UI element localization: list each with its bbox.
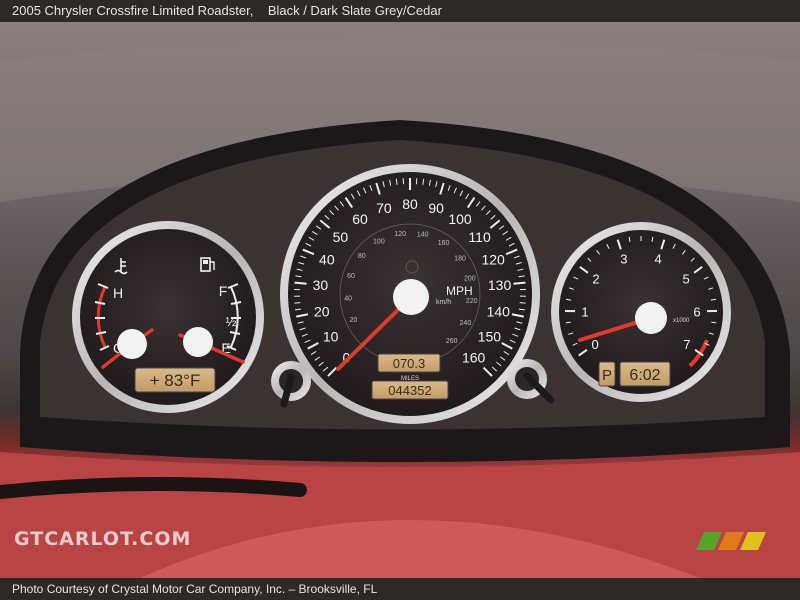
tach-tick-label: 6: [693, 304, 700, 319]
caption-bar: 2005 Chrysler Crossfire Limited Roadster…: [0, 0, 800, 22]
kmh-tick-label: 260: [446, 338, 458, 345]
kmh-tick-label: 80: [358, 253, 366, 260]
mph-tick-label: 140: [487, 304, 511, 320]
tach-tick-label: 2: [592, 272, 599, 287]
mph-tick-label: 40: [319, 252, 335, 268]
caption-title: 2005 Chrysler Crossfire Limited Roadster…: [12, 3, 254, 18]
mph-tick-label: 90: [428, 200, 444, 216]
kmh-tick-label: 200: [464, 276, 476, 283]
kmh-tick-label: 40: [344, 295, 352, 302]
odometer-readout: 044352: [388, 383, 431, 398]
gear-readout: P: [602, 367, 612, 384]
mph-tick-label: 20: [314, 304, 330, 320]
watermark-logo: GTCARLOT.COM: [14, 528, 192, 550]
mph-tick-label: 60: [352, 211, 368, 227]
kmh-tick-label: 20: [349, 317, 357, 324]
kmh-tick-label: 140: [417, 231, 429, 238]
speedometer-hub: [393, 279, 429, 315]
tachometer: 0 1 2 3 4 5 6 7 x1000 P 6:02: [551, 222, 731, 402]
kmh-unit-label: km/h: [436, 299, 451, 306]
kmh-tick-label: 100: [373, 238, 385, 245]
temp-needle-hub: [117, 329, 147, 359]
temp-hot-label: H: [113, 285, 123, 301]
clock-readout: 6:02: [629, 367, 660, 384]
speed-tick: [395, 178, 398, 185]
kmh-tick-label: 240: [460, 320, 472, 327]
temperature-readout: + 83°F: [150, 371, 201, 390]
tach-tick-label: 0: [592, 337, 599, 352]
mph-tick-label: 100: [448, 211, 472, 227]
mph-tick-label: 30: [313, 277, 329, 293]
brand-stripes-logo: [696, 532, 766, 550]
fuel-temp-gauge: H C F ½ E: [72, 221, 264, 413]
kmh-tick-label: 160: [438, 240, 450, 247]
tachometer-hub: [635, 302, 667, 334]
mph-tick-label: 10: [323, 328, 339, 344]
photo-credit-bar: Photo Courtesy of Crystal Motor Car Comp…: [0, 578, 800, 600]
mph-tick-label: 160: [462, 350, 486, 366]
tach-tick-label: 7: [683, 337, 690, 352]
fuel-half-label: ½: [226, 314, 237, 329]
dashboard-photo: H C F ½ E: [0, 22, 800, 578]
kmh-tick-label: 120: [394, 231, 406, 238]
caption-subtitle: Black / Dark Slate Grey/Cedar: [267, 3, 442, 18]
caption-separator: [257, 3, 264, 18]
mph-tick-label: 110: [468, 229, 491, 245]
speed-tick: [294, 281, 307, 285]
kmh-tick-label: 220: [466, 298, 478, 305]
speed-tick: [422, 178, 425, 185]
photo-credit: Photo Courtesy of Crystal Motor Car Comp…: [12, 582, 378, 596]
mph-tick-label: 80: [402, 196, 418, 212]
mph-tick-label: 150: [478, 328, 502, 344]
kmh-tick-label: 60: [347, 273, 355, 280]
speedometer: 010203040506070 80 90100110120130140150160…: [280, 164, 540, 424]
trip-readout: 070.3: [393, 356, 426, 371]
tach-tick-label: 5: [682, 272, 689, 287]
kmh-tick-label: 180: [454, 255, 466, 262]
fuel-needle-hub: [183, 327, 213, 357]
instrument-cluster: H C F ½ E: [0, 37, 800, 578]
mph-tick-label: 50: [333, 229, 349, 245]
tachometer-unit-label: x1000: [673, 318, 690, 324]
mph-unit-label: MPH: [446, 284, 473, 298]
mph-tick-label: 70: [376, 200, 392, 216]
tach-tick: [711, 321, 717, 324]
steering-cable: [0, 476, 307, 499]
speed-tick: [513, 281, 526, 285]
fuel-full-label: F: [219, 283, 228, 299]
tach-tick-label: 1: [581, 304, 588, 319]
mph-tick-label: 130: [488, 277, 512, 293]
tach-tick: [565, 321, 571, 324]
mph-tick-label: 120: [481, 252, 505, 268]
tach-tick-label: 3: [620, 252, 627, 267]
tach-tick-label: 4: [655, 252, 662, 267]
